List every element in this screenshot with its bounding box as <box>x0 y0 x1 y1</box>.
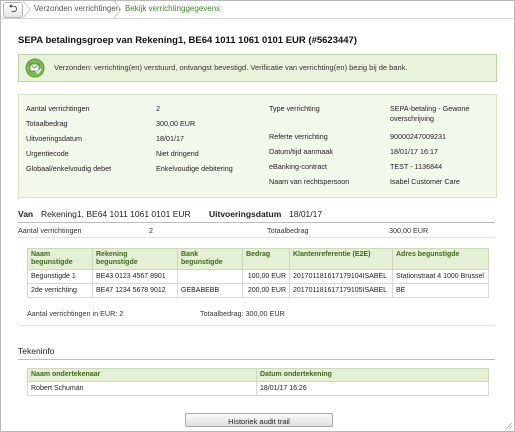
execution-date-label: Uitvoeringsdatum <box>209 209 282 219</box>
transactions-total-footer: Totaalbedrag: 300,00 EUR <box>200 309 285 318</box>
audit-trail-button[interactable]: Historiek audit trail <box>185 413 333 427</box>
detail-label: Globaal/enkelvoudig debet <box>26 164 112 173</box>
column-header: Bank begunstigde <box>177 248 243 270</box>
table-cell: BE43 0123 4567 8901 <box>92 269 178 284</box>
signatures-table: Naam ondertekenaar Datum ondertekening R… <box>27 368 489 396</box>
breadcrumb-separator-icon <box>22 1 31 18</box>
table-row[interactable]: 2de verrichting BE47 1234 5678 9012 GEBA… <box>27 283 489 298</box>
detail-value: 90000247009231 <box>390 132 446 141</box>
detail-label: Naam van rechtspersoon <box>269 177 350 186</box>
table-cell: Begunstigde 1 <box>27 269 93 284</box>
transactions-table: Naam begunstigde Rekening begunstigde Bank… <box>27 248 489 298</box>
detail-value: SEPA-betaling - Gewone <box>390 104 470 113</box>
table-cell <box>177 269 243 284</box>
column-header: Adres begunstigde <box>392 248 489 270</box>
column-header: Naam ondertekenaar <box>27 368 257 382</box>
detail-value: 2 <box>156 104 160 113</box>
detail-value: 18/01/17 16:17 <box>390 147 438 156</box>
column-header: Datum ondertekening <box>256 368 489 382</box>
summary-total-value: 300,00 EUR <box>389 226 429 235</box>
resize-grip-icon[interactable] <box>505 422 513 430</box>
status-alert: Verzonden: verrichting(en) verstuurd, on… <box>18 54 497 82</box>
breadcrumb-current: Bekijk verrichtinggegevens <box>125 4 221 13</box>
table-cell: 200,00 EUR <box>242 283 290 298</box>
van-account: Rekening1, BE64 1011 1061 0101 EUR <box>41 209 191 219</box>
detail-value: overschrijving <box>390 114 434 123</box>
detail-label: Urgentiecode <box>26 149 69 158</box>
breadcrumb-sent-transactions[interactable]: Verzonden verrichtingen <box>34 4 120 13</box>
detail-value: TEST - 1136844 <box>390 162 443 171</box>
execution-date-value: 18/01/17 <box>289 209 323 219</box>
breadcrumb: ⮌ Verzonden verrichtingen Bekijk verrich… <box>1 1 514 19</box>
details-panel: Aantal verrichtingen 2 Totaalbedrag 300,… <box>18 94 497 198</box>
table-cell: Robert Schuman <box>27 381 257 396</box>
column-header: Naam begunstigde <box>27 248 93 270</box>
table-cell: 20170118161717910​4ISABEL <box>289 269 393 284</box>
detail-value: 18/01/17 <box>156 134 184 143</box>
detail-label: eBanking-contract <box>269 162 327 171</box>
table-cell: Stationstraat 4 1000 Brussel <box>392 269 489 284</box>
detail-label: Uitvoeringsdatum <box>26 134 82 143</box>
summary-count-value: 2 <box>149 226 153 235</box>
table-row[interactable]: Begunstigde 1 BE43 0123 4567 8901 100,00… <box>27 269 489 284</box>
detail-label: Aantal verrichtingen <box>26 104 90 113</box>
column-header: Klantenreferentie (E2E) <box>289 248 393 270</box>
column-header: Bedrag <box>242 248 290 270</box>
table-cell: BE47 1234 5678 9012 <box>92 283 178 298</box>
back-arrow-icon: ⮌ <box>8 3 18 15</box>
detail-label: Referte verrichting <box>269 132 328 141</box>
detail-value: 300,00 EUR <box>156 119 196 128</box>
detail-label: Datum/tijd aanmaak <box>269 147 333 156</box>
detail-value: Enkelvoudige debitering <box>156 164 233 173</box>
table-cell: 2de verrichting <box>27 283 93 298</box>
divider <box>18 237 495 238</box>
column-header: Rekening begunstigde <box>92 248 178 270</box>
alert-message: Verzonden: verrichting(en) verstuurd, on… <box>54 63 408 72</box>
divider <box>18 325 495 326</box>
detail-label: Totaalbedrag <box>26 119 68 128</box>
breadcrumb-separator-icon <box>113 1 122 18</box>
table-cell: 201701181617179105ISABEL <box>289 283 393 298</box>
divider <box>18 359 495 360</box>
van-label: Van <box>18 209 34 219</box>
table-cell: BE <box>392 283 489 298</box>
table-cell: 18/01/17 16:26 <box>256 381 489 396</box>
page-title: SEPA betalingsgroep van Rekening1, BE64 … <box>18 35 358 46</box>
detail-value: Isabel Customer Care <box>390 177 460 186</box>
summary-count-label: Aantal verrichtingen <box>18 226 82 235</box>
sent-status-icon <box>25 58 45 78</box>
table-header-row: Naam begunstigde Rekening begunstigde Bank… <box>27 248 489 270</box>
table-cell: GEBABEBB <box>177 283 243 298</box>
detail-value: Niet dringend <box>156 149 199 158</box>
back-button[interactable]: ⮌ <box>3 2 23 18</box>
transactions-count-footer: Aantal verrichtingen in EUR: 2 <box>27 309 124 318</box>
page-frame: ⮌ Verzonden verrichtingen Bekijk verrich… <box>0 0 515 432</box>
summary-total-label: Totaalbedrag <box>267 226 309 235</box>
table-row: Robert Schuman 18/01/17 16:26 <box>27 381 489 396</box>
signature-section-title: Tekeninfo <box>18 346 55 356</box>
van-section: Van <box>18 209 33 219</box>
table-header-row: Naam ondertekenaar Datum ondertekening <box>27 368 489 382</box>
detail-label: Type verrichting <box>269 104 320 113</box>
divider <box>18 222 495 223</box>
table-cell: 100,00 EUR <box>242 269 290 284</box>
